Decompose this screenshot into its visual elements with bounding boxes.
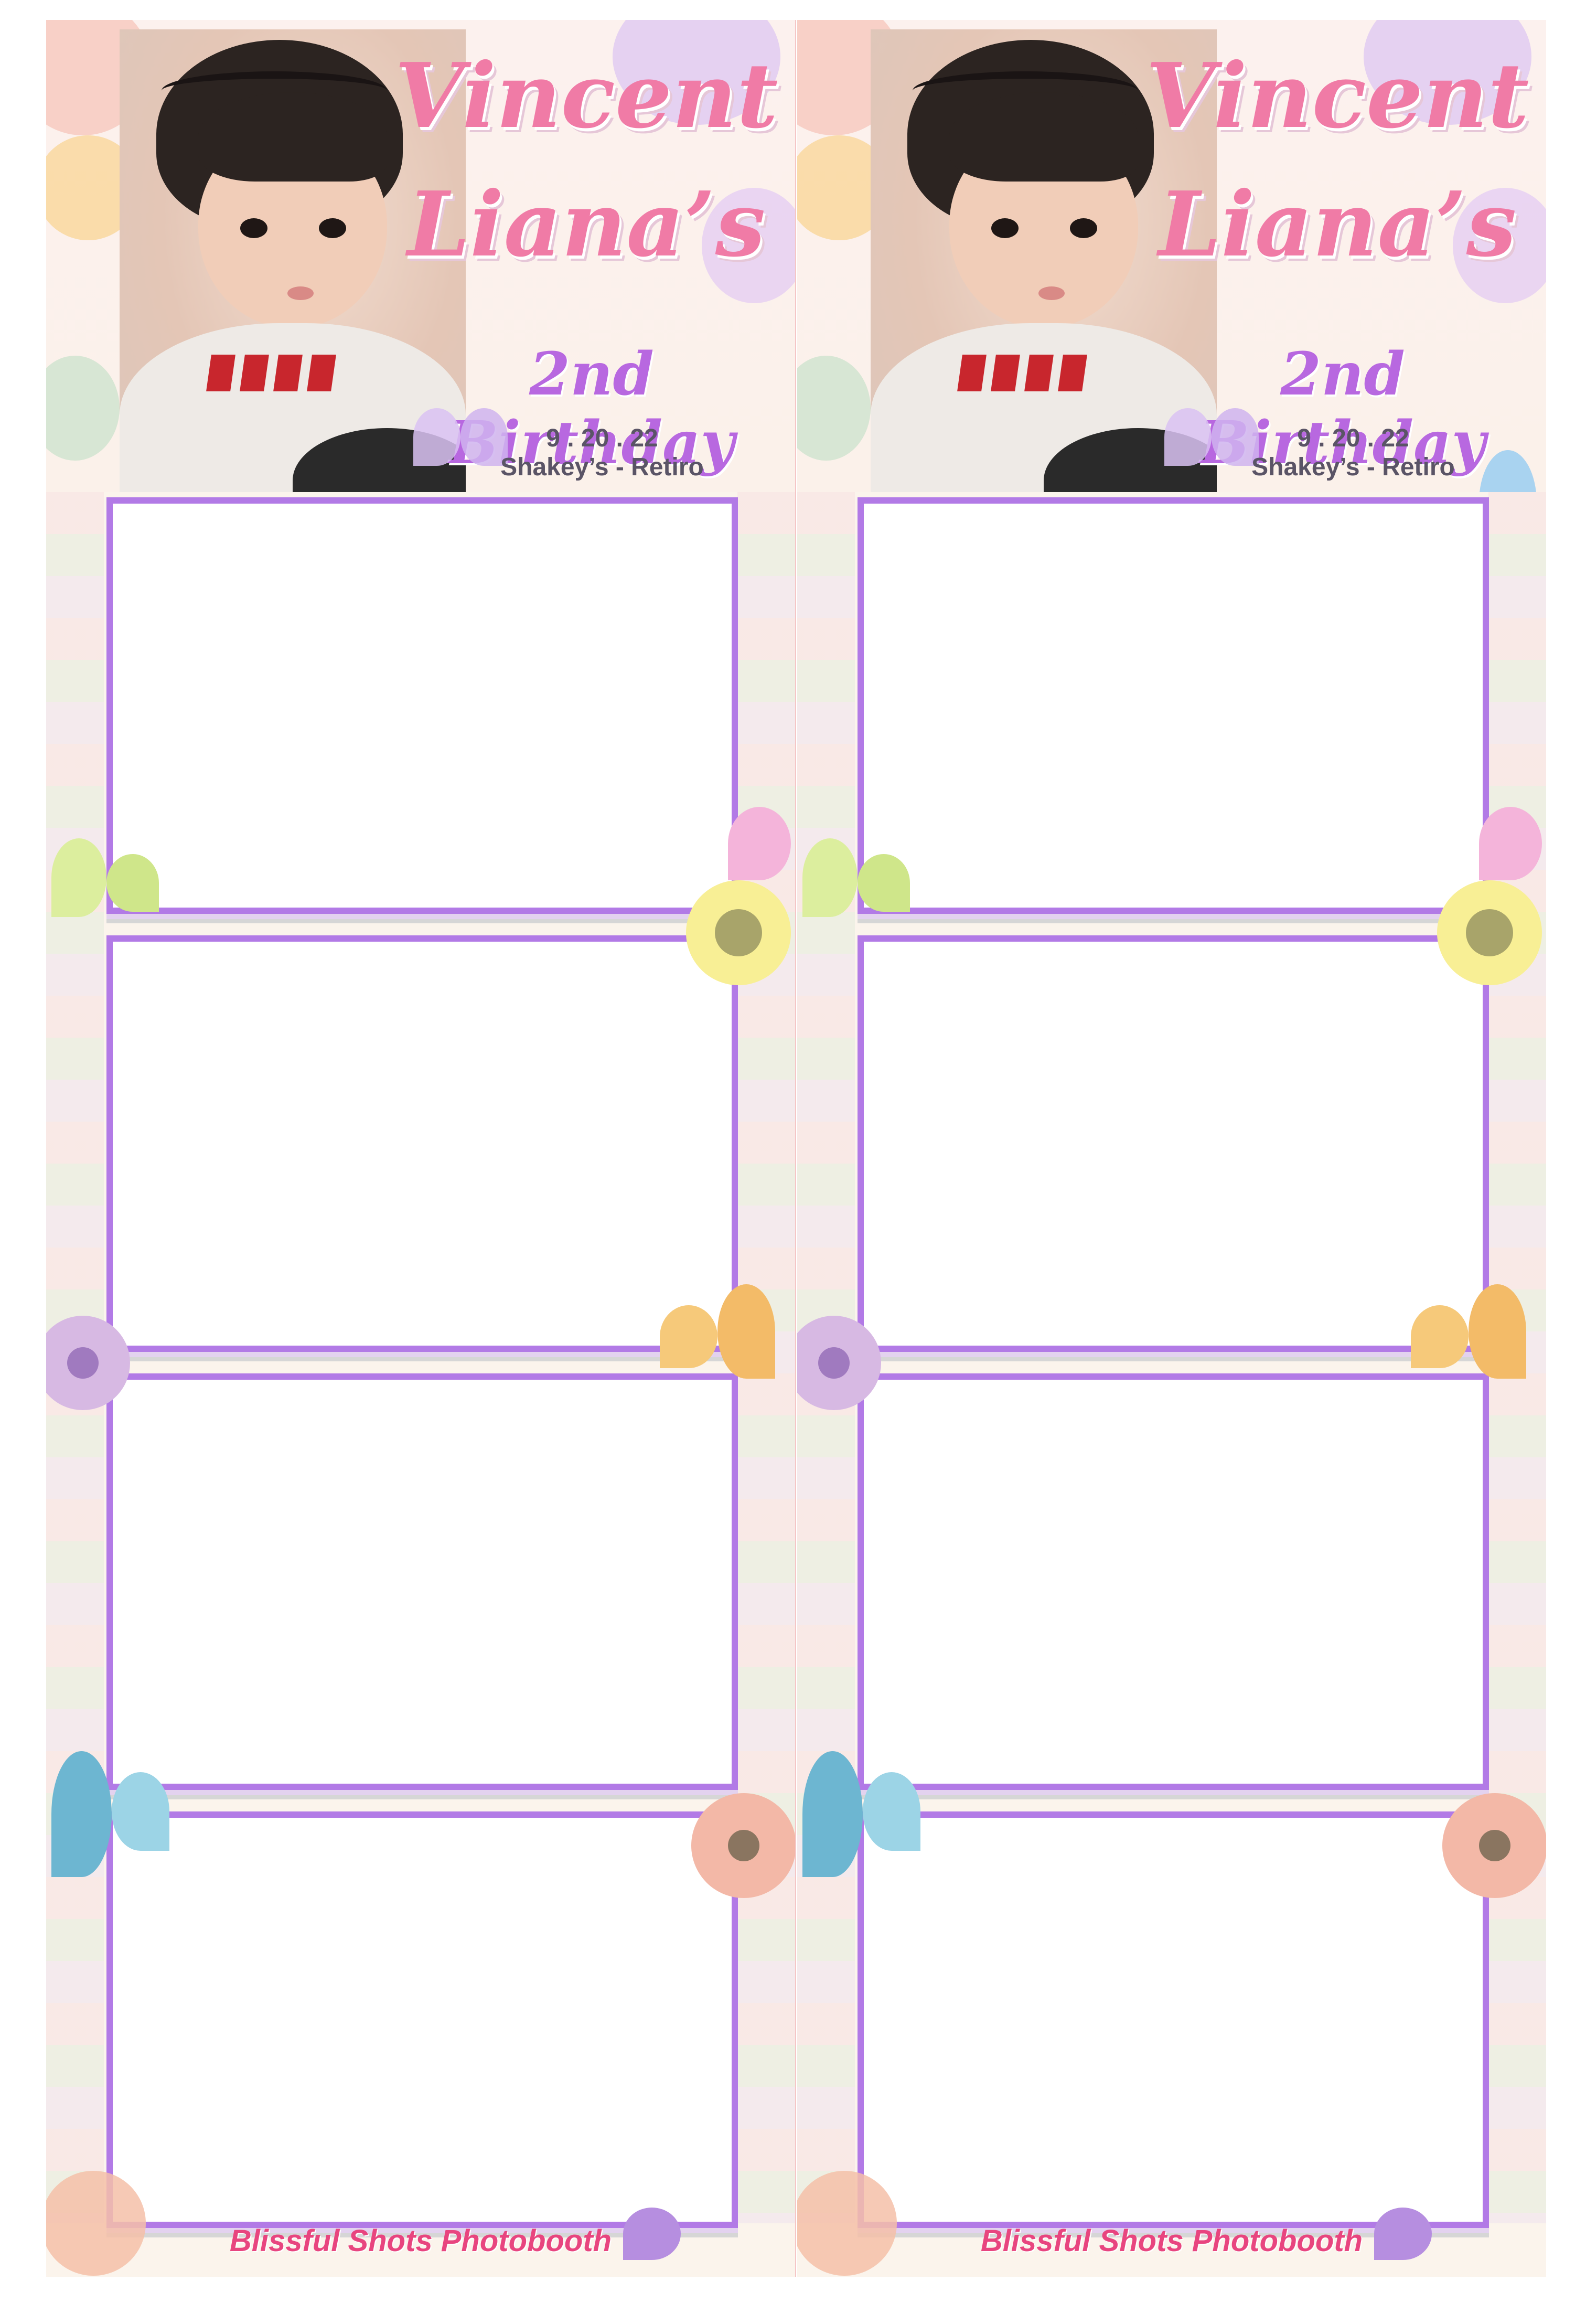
strip-header: Vincent Liana’s 2nd Birthday 9 . 20 . 22… [46, 20, 795, 492]
booth-credit: Blissful Shots Photobooth [980, 2224, 1363, 2258]
strip-header: Vincent Liana’s 2nd Birthday 9 . 20 . 22… [797, 20, 1546, 492]
photo-strip-left: Vincent Liana’s 2nd Birthday 9 . 20 . 22… [46, 20, 795, 2277]
butterfly-icon [802, 838, 913, 933]
butterfly-icon [728, 807, 795, 886]
photo-frame-4 [106, 1811, 738, 2228]
title-name-line2: Liana’s [407, 172, 766, 277]
title-name-line1: Vincent [1145, 44, 1529, 148]
butterfly-icon [802, 1751, 923, 1882]
photo-frame-2 [106, 935, 738, 1352]
leaf-icon [46, 356, 120, 461]
photo-frame-1 [858, 497, 1489, 914]
event-venue: Shakey’s - Retiro [1251, 453, 1455, 481]
butterfly-icon [51, 838, 162, 933]
event-date: 9 . 20 . 22 [546, 424, 658, 452]
flower-icon [1437, 880, 1542, 985]
event-date: 9 . 20 . 22 [1297, 424, 1409, 452]
butterfly-icon [1479, 807, 1546, 886]
title-name-line1: Vincent [394, 44, 778, 148]
flower-icon [797, 1316, 881, 1410]
flower-icon [46, 1316, 130, 1410]
booth-credit: Blissful Shots Photobooth [229, 2224, 612, 2258]
photo-frame-1 [106, 497, 738, 914]
photo-frame-2 [858, 935, 1489, 1352]
butterfly-icon [51, 1751, 172, 1882]
flower-icon [691, 1793, 795, 1898]
flower-icon [686, 880, 791, 985]
title-name-line2: Liana’s [1158, 172, 1517, 277]
photo-frame-3 [858, 1373, 1489, 1790]
photo-frame-4 [858, 1811, 1489, 2228]
event-venue: Shakey’s - Retiro [500, 453, 704, 481]
flower-icon [1442, 1793, 1546, 1898]
leaf-icon [797, 356, 871, 461]
butterfly-icon [660, 1284, 775, 1389]
photo-frame-3 [106, 1373, 738, 1790]
photo-strip-right: Vincent Liana’s 2nd Birthday 9 . 20 . 22… [797, 20, 1546, 2277]
butterfly-icon [1411, 1284, 1526, 1389]
